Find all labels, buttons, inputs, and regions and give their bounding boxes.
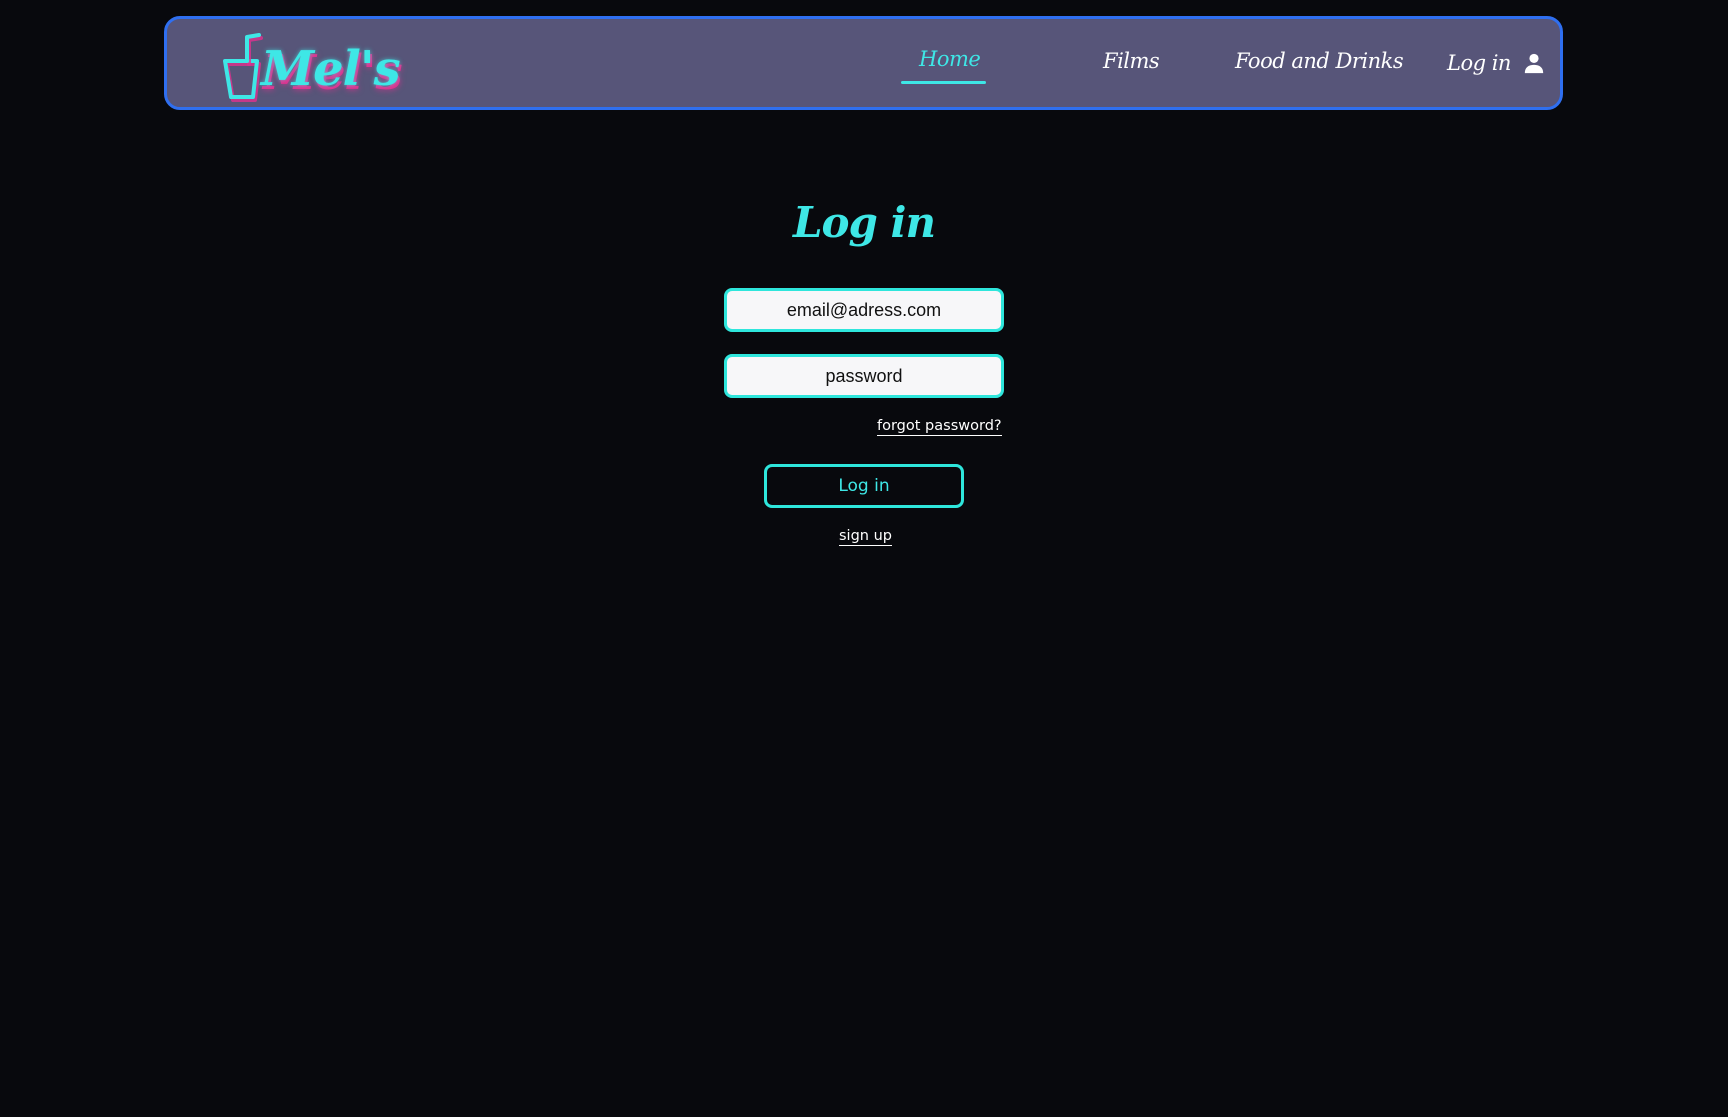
password-field[interactable] bbox=[724, 354, 1004, 398]
nav-films-link[interactable]: Films bbox=[1103, 49, 1160, 73]
brand-logo[interactable]: Mel's bbox=[219, 31, 401, 102]
brand-name: Mel's bbox=[261, 41, 401, 97]
email-field[interactable] bbox=[724, 288, 1004, 332]
page-title: Log in bbox=[792, 198, 936, 247]
nav-login-link[interactable]: Log in bbox=[1447, 51, 1545, 75]
user-icon bbox=[1524, 53, 1544, 74]
cup-icon bbox=[223, 33, 263, 102]
nav-home-link[interactable]: Home bbox=[919, 47, 981, 71]
navbar: Mel's Home Films Food and Drinks Log in bbox=[164, 16, 1563, 110]
nav-food-drinks-link[interactable]: Food and Drinks bbox=[1235, 49, 1404, 73]
forgot-password-link[interactable]: forgot password? bbox=[877, 418, 1002, 436]
nav-active-indicator bbox=[901, 81, 986, 84]
nav-login-label: Log in bbox=[1447, 51, 1511, 75]
sign-up-link[interactable]: sign up bbox=[839, 528, 892, 546]
login-button[interactable]: Log in bbox=[764, 464, 964, 508]
